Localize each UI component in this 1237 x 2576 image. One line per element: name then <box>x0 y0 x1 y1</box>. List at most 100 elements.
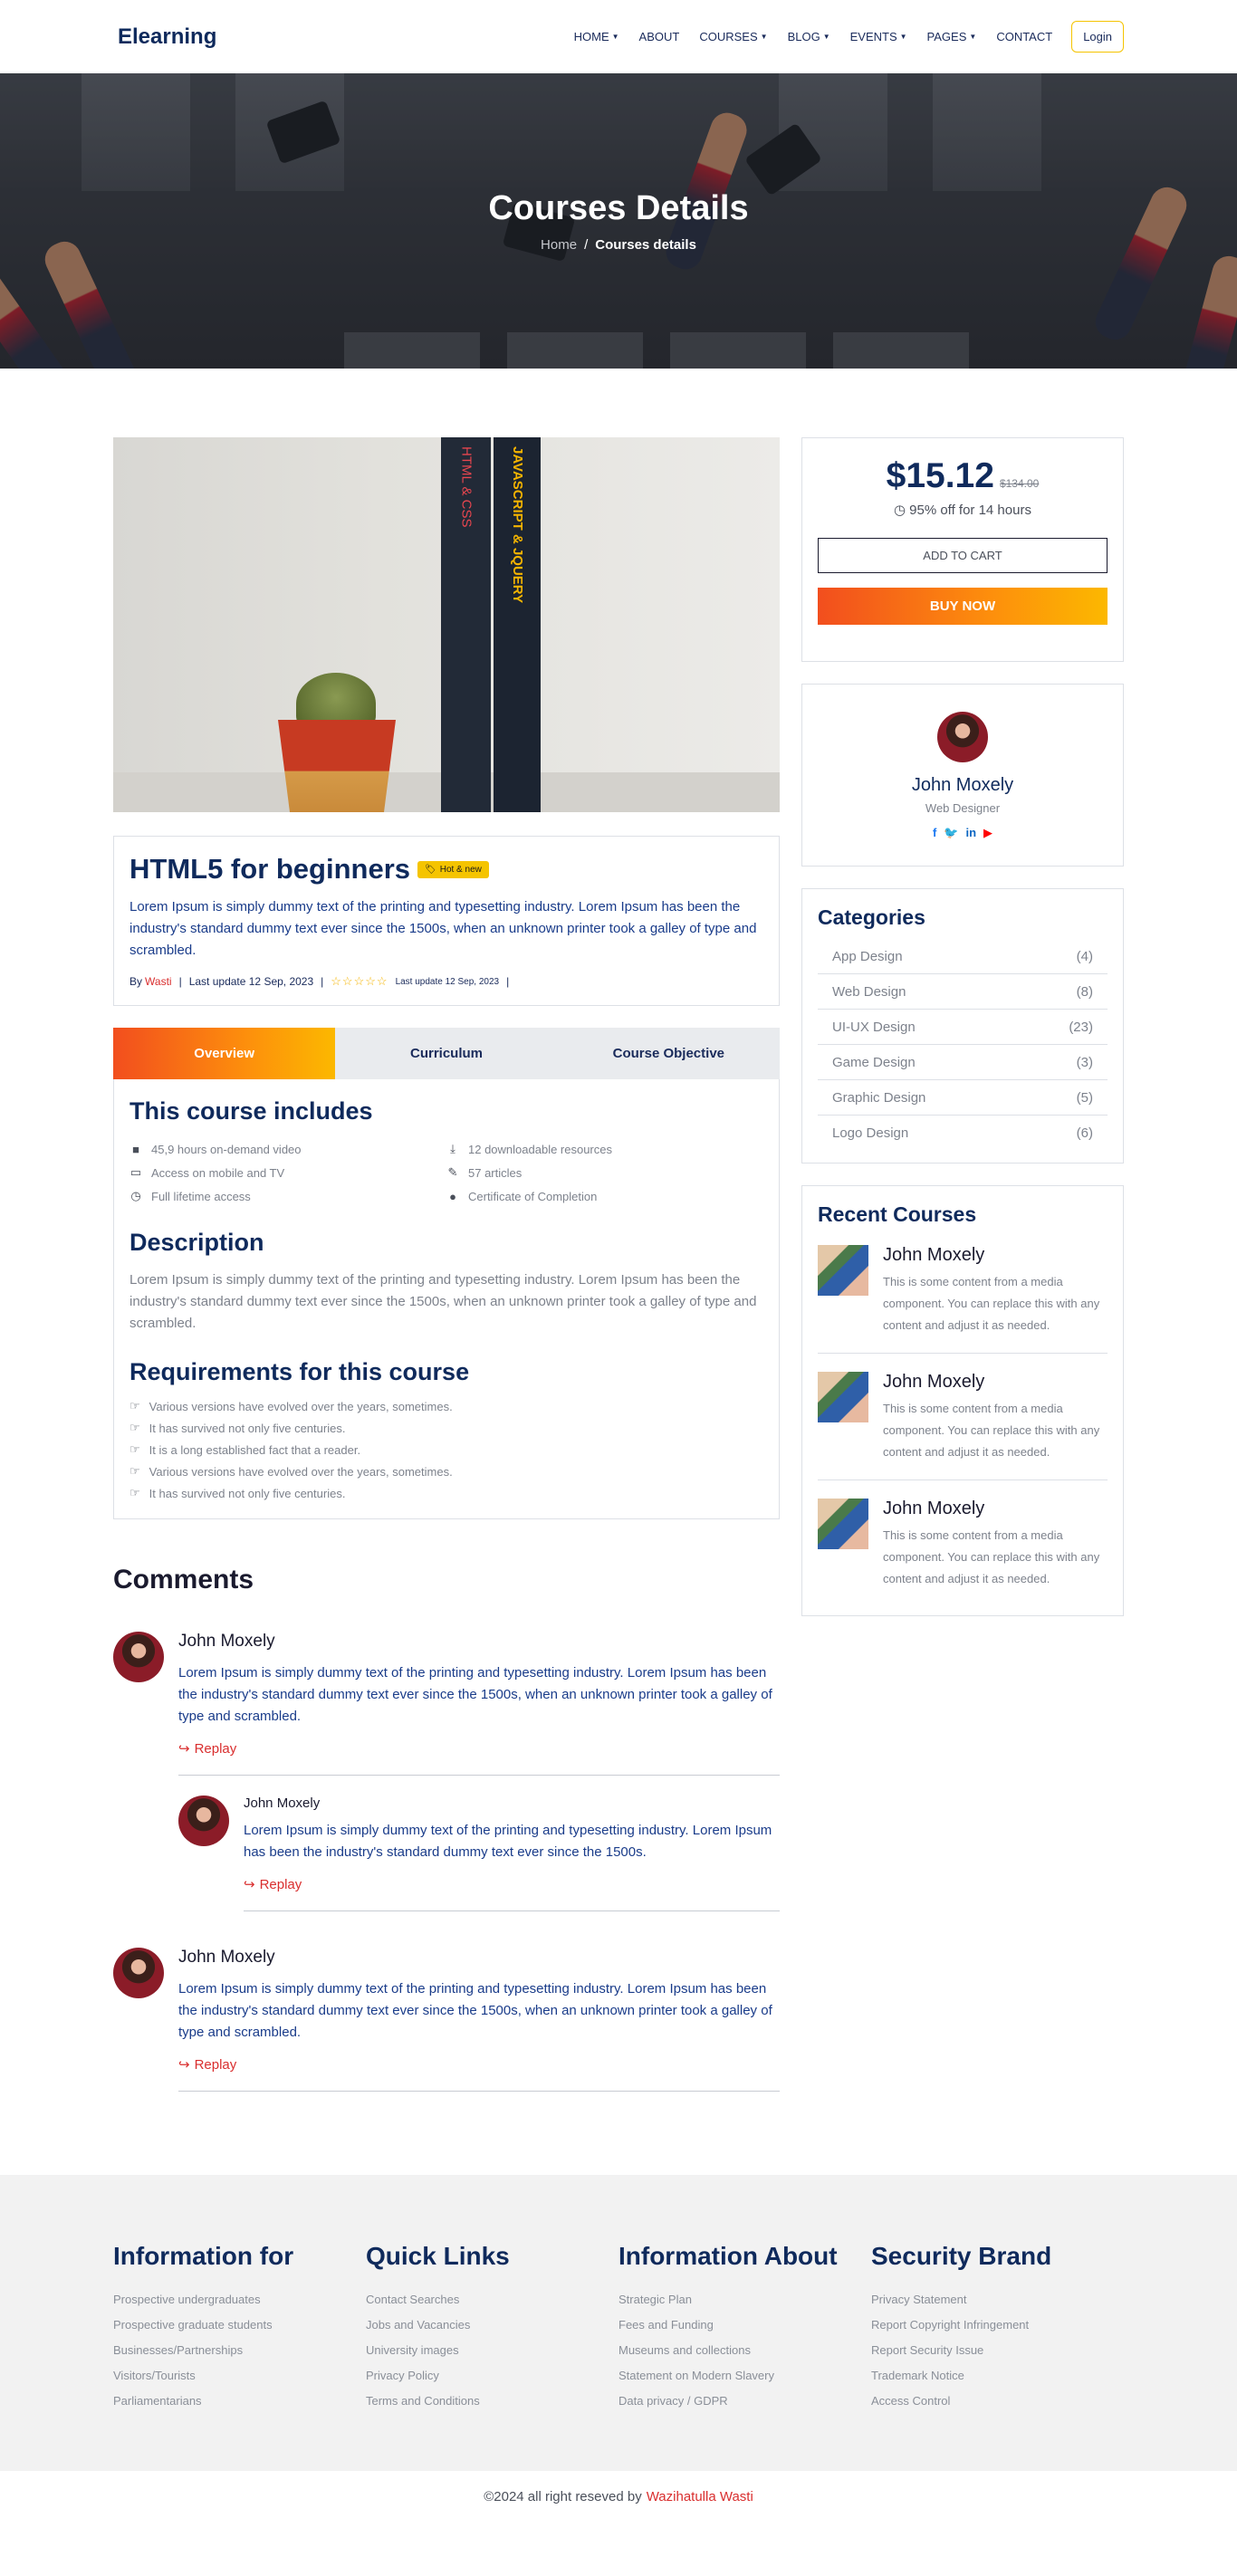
breadcrumb: Home / Courses details <box>0 237 1237 253</box>
laptop-icon: ▭ <box>129 1165 142 1179</box>
reply-button[interactable]: ↪ Replay <box>244 1876 780 1893</box>
category-item[interactable]: UI-UX Design (23) <box>818 1010 1108 1045</box>
nav-menu: HOME ▼ ABOUT COURSES ▼ BLOG ▼ EVENTS ▼ PAGES… <box>564 21 1124 53</box>
book-title: JAVASCRIPT & JQUERY <box>510 446 525 604</box>
breadcrumb-home[interactable]: Home <box>541 237 577 253</box>
footer-link[interactable]: Businesses/Partnerships <box>113 2343 366 2357</box>
meta-divider: | <box>506 975 510 988</box>
price-card: $15.12 $134.00 ◷ 95% off for 14 hours ADD… <box>801 437 1124 662</box>
nav-item-contact[interactable]: CONTACT <box>986 30 1062 43</box>
price-row: $15.12 $134.00 <box>818 456 1108 496</box>
reply-button[interactable]: ↪ Replay <box>178 2056 780 2073</box>
comment-reply: John Moxely Lorem Ipsum is simply dummy … <box>178 1796 780 1911</box>
breadcrumb-separator: / <box>584 237 589 253</box>
reply-label: Replay <box>259 1876 302 1892</box>
footer-link[interactable]: Strategic Plan <box>618 2293 871 2306</box>
buy-now-button[interactable]: BUY NOW <box>818 588 1108 625</box>
categories-title: Categories <box>818 905 925 929</box>
comment: John Moxely Lorem Ipsum is simply dummy … <box>113 1948 780 2092</box>
instructor-name: John Moxely <box>911 775 1014 795</box>
brand-logo[interactable]: Elearning <box>118 24 216 50</box>
category-count: (3) <box>1076 1055 1093 1070</box>
tab-course-objective[interactable]: Course Objective <box>557 1028 780 1079</box>
recent-course-text: This is some content from a media compon… <box>883 1402 1100 1459</box>
recent-courses-card: Recent Courses John Moxely This is some … <box>801 1185 1124 1616</box>
footer-column: Quick Links Contact Searches Jobs and Va… <box>366 2242 618 2408</box>
twitter-icon[interactable]: 🐦 <box>944 826 958 840</box>
include-text: 12 downloadable resources <box>468 1142 612 1156</box>
footer: Information for Prospective undergraduat… <box>0 2175 1237 2471</box>
nav-item-about[interactable]: ABOUT <box>629 30 690 43</box>
nav-item-events[interactable]: EVENTS ▼ <box>840 30 917 43</box>
footer-link[interactable]: Visitors/Tourists <box>113 2369 366 2382</box>
footer-column-title: Quick Links <box>366 2242 510 2270</box>
copyright-author-link[interactable]: Wazihatulla Wasti <box>647 2489 753 2504</box>
footer-links: Prospective undergraduates Prospective g… <box>113 2293 366 2408</box>
footer-link[interactable]: Data privacy / GDPR <box>618 2394 871 2408</box>
reply-icon: ↪ <box>178 2057 190 2073</box>
footer-link[interactable]: Prospective undergraduates <box>113 2293 366 2306</box>
category-count: (5) <box>1076 1090 1093 1106</box>
category-name: Game Design <box>832 1055 916 1070</box>
book-html-css: HTML & CSS <box>441 437 491 812</box>
hero-content: Courses Details Home / Courses details <box>0 189 1237 253</box>
footer-link[interactable]: Report Security Issue <box>871 2343 1124 2357</box>
footer-link[interactable]: Museums and collections <box>618 2343 871 2357</box>
nav-item-pages[interactable]: PAGES ▼ <box>917 30 987 43</box>
recent-course-name: John Moxely <box>883 1245 985 1265</box>
include-text: Certificate of Completion <box>468 1189 598 1203</box>
include-text: Access on mobile and TV <box>151 1165 285 1180</box>
facebook-icon[interactable]: f <box>933 826 936 840</box>
recent-course-item[interactable]: John Moxely This is some content from a … <box>818 1499 1108 1606</box>
footer-link[interactable]: Trademark Notice <box>871 2369 1124 2382</box>
download-icon: ⤓ <box>450 1142 455 1155</box>
category-item[interactable]: App Design (4) <box>818 939 1108 974</box>
comment-body: John Moxely Lorem Ipsum is simply dummy … <box>178 1948 780 2092</box>
course-title-card: HTML5 for beginners 🏷 Hot & new Lorem Ips… <box>113 836 780 1006</box>
footer-link[interactable]: Jobs and Vacancies <box>366 2318 618 2332</box>
include-item: ⤓ 12 downloadable resources <box>446 1142 763 1156</box>
recent-course-item[interactable]: John Moxely This is some content from a … <box>818 1372 1108 1480</box>
footer-link[interactable]: Privacy Statement <box>871 2293 1124 2306</box>
nav-item-blog[interactable]: BLOG ▼ <box>778 30 840 43</box>
reply-label: Replay <box>194 1740 237 1757</box>
footer-link[interactable]: University images <box>366 2343 618 2357</box>
tab-overview[interactable]: Overview <box>113 1028 336 1079</box>
footer-link[interactable]: Parliamentarians <box>113 2394 366 2408</box>
course-description: Lorem Ipsum is simply dummy text of the … <box>129 899 757 958</box>
youtube-icon[interactable]: ▶ <box>983 826 992 840</box>
footer-links: Privacy Statement Report Copyright Infri… <box>871 2293 1124 2408</box>
category-item[interactable]: Graphic Design (5) <box>818 1080 1108 1116</box>
login-button[interactable]: Login <box>1071 21 1124 53</box>
footer-link[interactable]: Prospective graduate students <box>113 2318 366 2332</box>
footer-link[interactable]: Access Control <box>871 2394 1124 2408</box>
nav-item-label: CONTACT <box>996 30 1053 43</box>
hero-banner: Courses Details Home / Courses details <box>0 73 1237 369</box>
requirement-text: It has survived not only five centuries. <box>149 1421 346 1435</box>
category-item[interactable]: Web Design (8) <box>818 974 1108 1010</box>
nav-item-home[interactable]: HOME ▼ <box>564 30 629 43</box>
add-to-cart-button[interactable]: ADD TO CART <box>818 538 1108 573</box>
book-javascript: JAVASCRIPT & JQUERY <box>494 437 541 812</box>
comment-text: Lorem Ipsum is simply dummy text of the … <box>178 1981 772 2040</box>
nav-item-courses[interactable]: COURSES ▼ <box>689 30 777 43</box>
reply-button[interactable]: ↪ Replay <box>178 1740 780 1757</box>
caret-down-icon: ▼ <box>611 33 619 41</box>
author-link[interactable]: Wasti <box>145 975 172 988</box>
footer-link[interactable]: Contact Searches <box>366 2293 618 2306</box>
linkedin-icon[interactable]: in <box>965 826 976 840</box>
video-icon: ■ <box>132 1142 139 1156</box>
footer-link[interactable]: Statement on Modern Slavery <box>618 2369 871 2382</box>
recent-course-item[interactable]: John Moxely This is some content from a … <box>818 1245 1108 1354</box>
footer-link[interactable]: Privacy Policy <box>366 2369 618 2382</box>
footer-link[interactable]: Report Copyright Infringement <box>871 2318 1124 2332</box>
footer-link[interactable]: Fees and Funding <box>618 2318 871 2332</box>
category-name: App Design <box>832 949 903 964</box>
recent-course-thumbnail <box>818 1245 868 1296</box>
category-item[interactable]: Game Design (3) <box>818 1045 1108 1080</box>
category-item[interactable]: Logo Design (6) <box>818 1116 1108 1150</box>
tab-curriculum[interactable]: Curriculum <box>335 1028 558 1079</box>
footer-link[interactable]: Terms and Conditions <box>366 2394 618 2408</box>
hand-point-icon: ☞ <box>129 1464 140 1478</box>
category-list: App Design (4) Web Design (8) UI-UX Design… <box>818 939 1108 1150</box>
